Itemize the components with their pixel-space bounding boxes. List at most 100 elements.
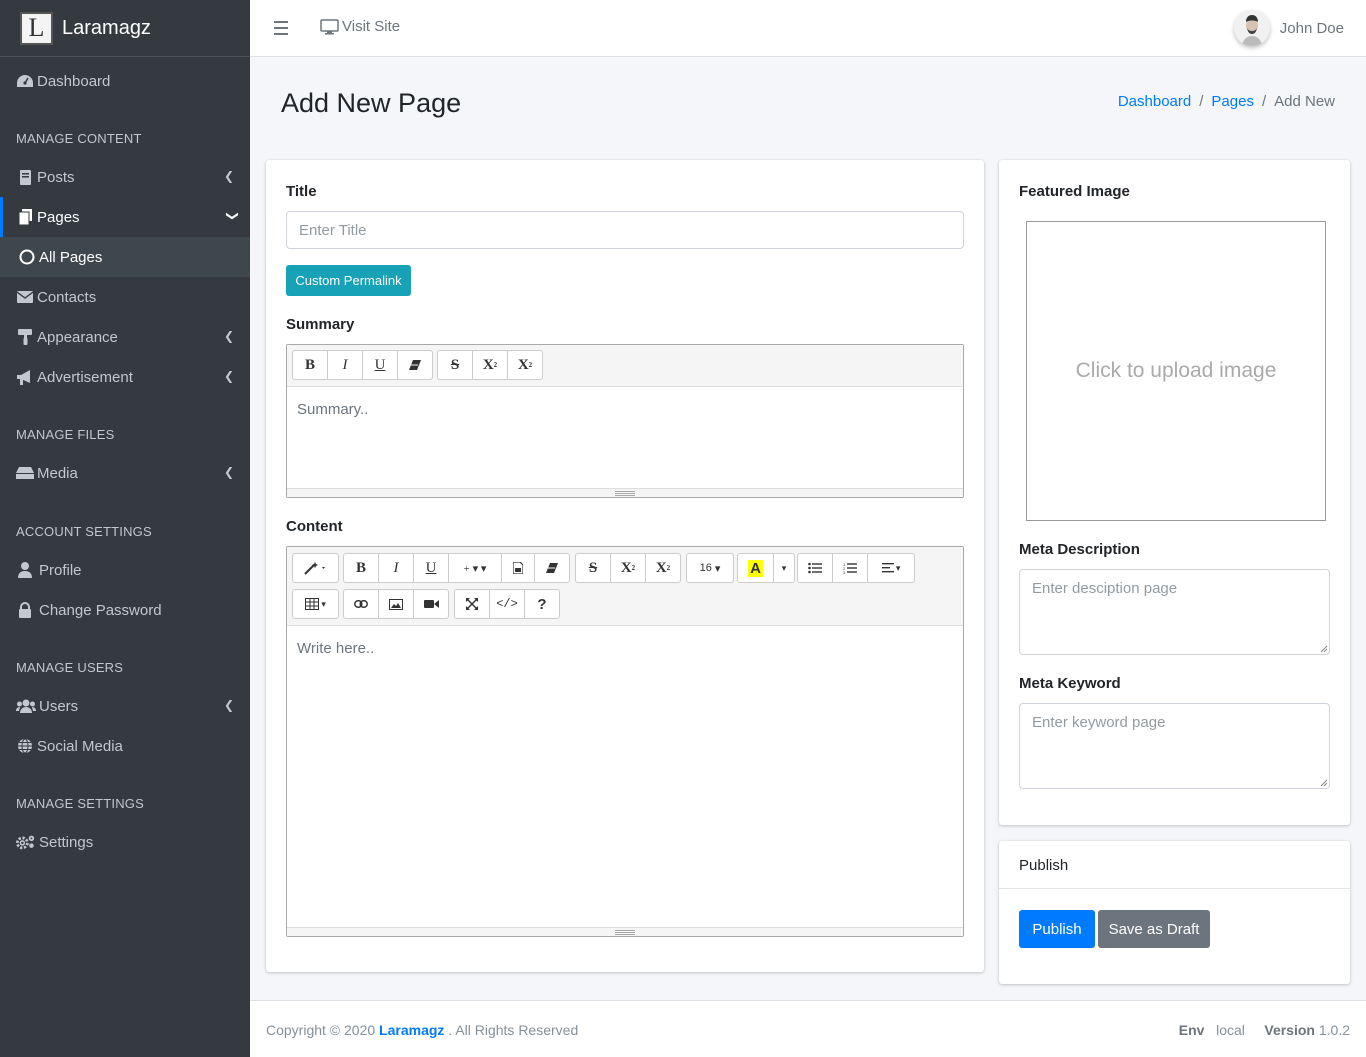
superscript-button[interactable]: X2 bbox=[473, 351, 508, 379]
featured-image-label: Featured Image bbox=[1019, 183, 1130, 200]
sidebar-item-label: Media bbox=[37, 464, 78, 482]
chevron-left-icon: ❮ bbox=[223, 465, 234, 479]
section-header-account-settings: ACCOUNT SETTINGS bbox=[16, 524, 152, 539]
sidebar-item-media[interactable]: Media ❮ bbox=[0, 453, 250, 493]
sidebar-item-label: Settings bbox=[39, 833, 94, 851]
sidebar-item-profile[interactable]: Profile bbox=[0, 550, 250, 590]
featured-image-upload[interactable]: Click to upload image bbox=[1026, 221, 1326, 521]
link-button[interactable] bbox=[344, 590, 379, 618]
align-left-icon bbox=[881, 563, 894, 573]
magic-wand-icon bbox=[303, 562, 325, 575]
custom-permalink-button[interactable]: Custom Permalink bbox=[286, 265, 411, 296]
breadcrumb-dashboard[interactable]: Dashboard bbox=[1118, 93, 1191, 110]
meta-keyword-input[interactable]: Enter keyword page bbox=[1019, 703, 1330, 789]
eraser-button[interactable] bbox=[398, 351, 432, 379]
active-indicator bbox=[0, 197, 3, 237]
content-toolbar: B I U + ▾ ▾ S X2 X2 16 ▾ A ▾ 1 2 3 ▾ ▾ <… bbox=[287, 547, 963, 626]
underline-button[interactable]: U bbox=[414, 554, 449, 582]
code-view-button[interactable]: </> bbox=[490, 590, 525, 618]
dashboard-icon bbox=[16, 73, 34, 89]
sidebar-item-social-media[interactable]: Social Media bbox=[0, 726, 250, 766]
bold-button[interactable]: B bbox=[344, 554, 379, 582]
align-dropdown-button[interactable]: ▾ bbox=[868, 554, 914, 582]
underline-button[interactable]: U bbox=[363, 351, 398, 379]
summary-placeholder[interactable]: Summary.. bbox=[297, 401, 368, 418]
page-form-card: Title Enter Title Custom Permalink Summa… bbox=[266, 160, 984, 972]
content-resize-bar[interactable] bbox=[287, 927, 963, 936]
section-header-manage-users: MANAGE USERS bbox=[16, 660, 124, 675]
bullhorn-icon bbox=[16, 369, 34, 385]
color-dropdown-button[interactable]: ▾ bbox=[774, 554, 794, 582]
meta-card: Featured Image Click to upload image Met… bbox=[999, 160, 1350, 825]
sidebar-item-label: Advertisement bbox=[37, 368, 133, 386]
menu-toggle-icon[interactable] bbox=[274, 21, 288, 39]
footer-copyright: Copyright © 2020 Laramagz . All Rights R… bbox=[266, 1022, 578, 1038]
breadcrumb: Dashboard / Pages / Add New bbox=[1118, 93, 1335, 110]
font-size-dropdown[interactable]: 16 ▾ bbox=[687, 554, 733, 582]
strikethrough-button[interactable]: S bbox=[576, 554, 611, 582]
sidebar-item-posts[interactable]: Posts ❮ bbox=[0, 157, 250, 197]
sidebar-item-users[interactable]: Users ❮ bbox=[0, 686, 250, 726]
summary-script-group: S X2 X2 bbox=[437, 350, 543, 380]
bold-button[interactable]: B bbox=[293, 351, 328, 379]
sidebar-item-label: Dashboard bbox=[37, 72, 111, 90]
section-header-manage-files: MANAGE FILES bbox=[16, 427, 115, 442]
visit-site-link[interactable]: Visit Site bbox=[320, 18, 400, 35]
expand-icon bbox=[466, 598, 478, 610]
user-menu[interactable]: John Doe bbox=[1233, 10, 1344, 46]
superscript-button[interactable]: X2 bbox=[611, 554, 646, 582]
copy-icon bbox=[16, 209, 34, 225]
title-input[interactable]: Enter Title bbox=[286, 211, 964, 249]
content-placeholder[interactable]: Write here.. bbox=[297, 640, 374, 657]
save-draft-button[interactable]: Save as Draft bbox=[1098, 910, 1210, 948]
resize-handle-icon[interactable] bbox=[1320, 779, 1328, 787]
table-dropdown-button[interactable]: ▾ bbox=[293, 590, 338, 618]
paste-text-button[interactable] bbox=[502, 554, 535, 582]
eraser-button[interactable] bbox=[535, 554, 569, 582]
subscript-button[interactable]: X2 bbox=[508, 351, 542, 379]
grip-icon bbox=[615, 491, 635, 497]
avatar bbox=[1233, 10, 1270, 46]
publish-button[interactable]: Publish bbox=[1019, 910, 1095, 948]
publish-card: Publish Publish Save as Draft bbox=[999, 841, 1350, 984]
meta-description-label: Meta Description bbox=[1019, 541, 1140, 558]
sidebar-item-label: Profile bbox=[39, 561, 82, 579]
summary-editor: B I U S X2 X2 Summary.. bbox=[286, 344, 964, 498]
sidebar-item-label: Social Media bbox=[37, 737, 123, 755]
meta-description-input[interactable]: Enter desciption page bbox=[1019, 569, 1330, 655]
sidebar-item-change-password[interactable]: Change Password bbox=[0, 590, 250, 630]
text-color-button[interactable]: A bbox=[738, 554, 774, 582]
italic-button[interactable]: I bbox=[328, 351, 363, 379]
sidebar-item-contacts[interactable]: Contacts bbox=[0, 277, 250, 317]
visit-site-label: Visit Site bbox=[342, 18, 401, 35]
section-header-manage-content: MANAGE CONTENT bbox=[16, 131, 142, 146]
breadcrumb-pages[interactable]: Pages bbox=[1211, 93, 1254, 110]
sidebar-item-settings[interactable]: Settings bbox=[0, 822, 250, 862]
style-dropdown-button[interactable] bbox=[293, 554, 338, 582]
brand-link[interactable]: L Laramagz bbox=[0, 0, 250, 57]
footer-brand-link[interactable]: Laramagz bbox=[379, 1022, 444, 1038]
globe-icon bbox=[16, 738, 34, 754]
summary-resize-bar[interactable] bbox=[287, 488, 963, 497]
user-icon bbox=[16, 562, 34, 578]
italic-button[interactable]: I bbox=[379, 554, 414, 582]
image-button[interactable] bbox=[379, 590, 414, 618]
sidebar-item-dashboard[interactable]: Dashboard bbox=[0, 61, 250, 101]
breadcrumb-separator: / bbox=[1261, 93, 1267, 110]
resize-handle-icon[interactable] bbox=[1320, 645, 1328, 653]
content-script-group: S X2 X2 bbox=[575, 553, 681, 583]
fullscreen-button[interactable] bbox=[455, 590, 490, 618]
sidebar-item-all-pages[interactable]: All Pages bbox=[0, 237, 250, 277]
font-family-dropdown[interactable]: + ▾ ▾ bbox=[449, 554, 502, 582]
ordered-list-button[interactable]: 123 bbox=[833, 554, 868, 582]
subscript-button[interactable]: X2 bbox=[646, 554, 680, 582]
chevron-left-icon: ❮ bbox=[223, 698, 234, 712]
unordered-list-button[interactable] bbox=[798, 554, 833, 582]
help-button[interactable]: ? bbox=[525, 590, 559, 618]
strikethrough-button[interactable]: S bbox=[438, 351, 473, 379]
sidebar-item-appearance[interactable]: Appearance ❮ bbox=[0, 317, 250, 357]
sidebar-item-pages[interactable]: Pages ❮ bbox=[0, 197, 250, 237]
footer-version: Env local Version 1.0.2 bbox=[1179, 1022, 1350, 1038]
video-button[interactable] bbox=[414, 590, 448, 618]
sidebar-item-advertisement[interactable]: Advertisement ❮ bbox=[0, 357, 250, 397]
